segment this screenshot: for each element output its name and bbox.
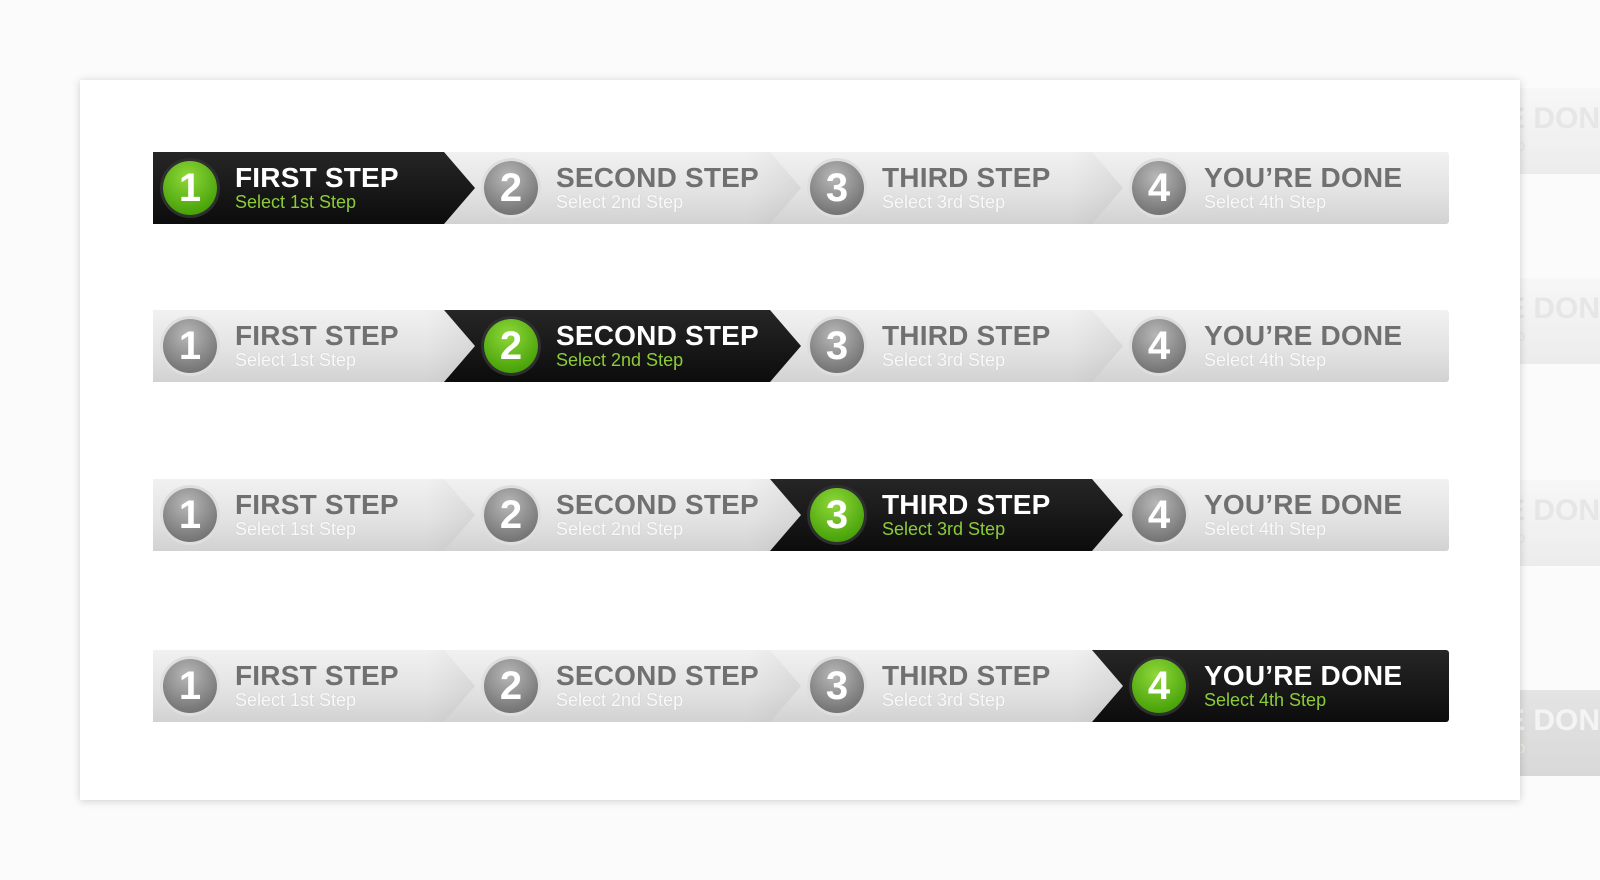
step-title: SECOND STEP bbox=[556, 660, 759, 691]
step-subtitle: Select 1st Step bbox=[235, 690, 357, 710]
progress-bar-step-4: 1 FIRST STEP Select 1st Step 2 SECOND STEP Se… bbox=[153, 650, 1449, 722]
step-subtitle: Select 3rd Step bbox=[882, 350, 1006, 370]
step-subtitle: Select 4th Step bbox=[1204, 350, 1327, 370]
ghost-subtitle: Select 4th Step bbox=[1520, 528, 1526, 547]
ghost-title: YOU’RE DONE bbox=[1520, 494, 1600, 527]
step-3-active[interactable]: 3 THIRD STEP Select 3rd Step bbox=[770, 479, 1123, 551]
step-subtitle: Select 3rd Step bbox=[882, 192, 1006, 212]
step-subtitle: Select 4th Step bbox=[1204, 192, 1327, 212]
step-subtitle: Select 4th Step bbox=[1204, 519, 1327, 539]
step-2[interactable]: 2 SECOND STEP Select 2nd Step bbox=[444, 152, 801, 224]
ghost-subtitle: Select 4th Step bbox=[1520, 136, 1526, 155]
step-1[interactable]: 1 FIRST STEP Select 1st Step bbox=[153, 479, 475, 551]
background-ghost-panel: YOU’RE DONESelect 4th Step bbox=[1520, 480, 1600, 566]
step-number-circle-icon: 4 bbox=[1132, 161, 1186, 215]
step-2[interactable]: 2 SECOND STEP Select 2nd Step bbox=[444, 650, 801, 722]
background-ghost-panel: YOU’RE DONESelect 4th Step bbox=[1520, 88, 1600, 174]
step-title: FIRST STEP bbox=[235, 489, 399, 520]
step-title: SECOND STEP bbox=[556, 489, 759, 520]
ghost-subtitle: Select 4th Step bbox=[1520, 738, 1526, 757]
step-subtitle: Select 1st Step bbox=[235, 192, 357, 212]
step-3[interactable]: 3 THIRD STEP Select 3rd Step bbox=[770, 310, 1123, 382]
step-1-active[interactable]: 1 FIRST STEP Select 1st Step bbox=[153, 152, 475, 224]
step-number-circle-icon: 1 bbox=[163, 161, 217, 215]
step-2-active[interactable]: 2 SECOND STEP Select 2nd Step bbox=[444, 310, 801, 382]
step-number-circle-icon: 2 bbox=[484, 488, 538, 542]
step-4-active[interactable]: 4 YOU’RE DONE Select 4th Step bbox=[1092, 650, 1449, 722]
step-subtitle: Select 4th Step bbox=[1204, 690, 1327, 710]
ghost-title: YOU’RE DONE bbox=[1520, 292, 1600, 325]
step-number-circle-icon: 4 bbox=[1132, 319, 1186, 373]
step-3[interactable]: 3 THIRD STEP Select 3rd Step bbox=[770, 650, 1123, 722]
step-number-circle-icon: 1 bbox=[163, 659, 217, 713]
step-subtitle: Select 2nd Step bbox=[556, 350, 684, 370]
step-subtitle: Select 2nd Step bbox=[556, 192, 684, 212]
step-1[interactable]: 1 FIRST STEP Select 1st Step bbox=[153, 650, 475, 722]
background-ghost-panel: YOU’RE DONESelect 4th Step bbox=[1520, 690, 1600, 776]
step-title: FIRST STEP bbox=[235, 162, 399, 193]
step-4[interactable]: 4 YOU’RE DONE Select 4th Step bbox=[1092, 152, 1449, 224]
step-number-circle-icon: 2 bbox=[484, 659, 538, 713]
step-title: SECOND STEP bbox=[556, 162, 759, 193]
step-1[interactable]: 1 FIRST STEP Select 1st Step bbox=[153, 310, 475, 382]
step-title: THIRD STEP bbox=[882, 489, 1051, 520]
step-subtitle: Select 1st Step bbox=[235, 350, 357, 370]
progress-bar-step-1: 1 FIRST STEP Select 1st Step 2 SECOND STEP Se… bbox=[153, 152, 1449, 224]
background-ghost-panel: YOU’RE DONESelect 4th Step bbox=[1520, 278, 1600, 364]
step-subtitle: Select 2nd Step bbox=[556, 690, 684, 710]
step-number-circle-icon: 3 bbox=[810, 488, 864, 542]
step-title: SECOND STEP bbox=[556, 320, 759, 351]
step-number-circle-icon: 1 bbox=[163, 319, 217, 373]
step-subtitle: Select 3rd Step bbox=[882, 519, 1006, 539]
step-4[interactable]: 4 YOU’RE DONE Select 4th Step bbox=[1092, 310, 1449, 382]
ghost-subtitle: Select 4th Step bbox=[1520, 326, 1526, 345]
step-title: YOU’RE DONE bbox=[1204, 660, 1403, 691]
step-title: THIRD STEP bbox=[882, 162, 1051, 193]
step-title: FIRST STEP bbox=[235, 660, 399, 691]
step-3[interactable]: 3 THIRD STEP Select 3rd Step bbox=[770, 152, 1123, 224]
step-number-circle-icon: 3 bbox=[810, 659, 864, 713]
step-title: YOU’RE DONE bbox=[1204, 489, 1403, 520]
step-number-circle-icon: 2 bbox=[484, 319, 538, 373]
step-number-circle-icon: 2 bbox=[484, 161, 538, 215]
step-4[interactable]: 4 YOU’RE DONE Select 4th Step bbox=[1092, 479, 1449, 551]
step-number-circle-icon: 3 bbox=[810, 319, 864, 373]
ghost-title: YOU’RE DONE bbox=[1520, 704, 1600, 737]
step-title: YOU’RE DONE bbox=[1204, 320, 1403, 351]
step-title: YOU’RE DONE bbox=[1204, 162, 1403, 193]
step-subtitle: Select 1st Step bbox=[235, 519, 357, 539]
step-subtitle: Select 2nd Step bbox=[556, 519, 684, 539]
step-number-circle-icon: 4 bbox=[1132, 488, 1186, 542]
step-title: FIRST STEP bbox=[235, 320, 399, 351]
step-number-circle-icon: 1 bbox=[163, 488, 217, 542]
step-title: THIRD STEP bbox=[882, 320, 1051, 351]
progress-bar-step-3: 1 FIRST STEP Select 1st Step 2 SECOND STEP Se… bbox=[153, 479, 1449, 551]
step-number-circle-icon: 4 bbox=[1132, 659, 1186, 713]
progress-bar-step-2: 1 FIRST STEP Select 1st Step 2 SECOND STEP Se… bbox=[153, 310, 1449, 382]
step-number-circle-icon: 3 bbox=[810, 161, 864, 215]
step-2[interactable]: 2 SECOND STEP Select 2nd Step bbox=[444, 479, 801, 551]
step-subtitle: Select 3rd Step bbox=[882, 690, 1006, 710]
step-wizard-card: 1 FIRST STEP Select 1st Step 2 SECOND STEP Se… bbox=[80, 80, 1520, 800]
step-title: THIRD STEP bbox=[882, 660, 1051, 691]
ghost-title: YOU’RE DONE bbox=[1520, 102, 1600, 135]
